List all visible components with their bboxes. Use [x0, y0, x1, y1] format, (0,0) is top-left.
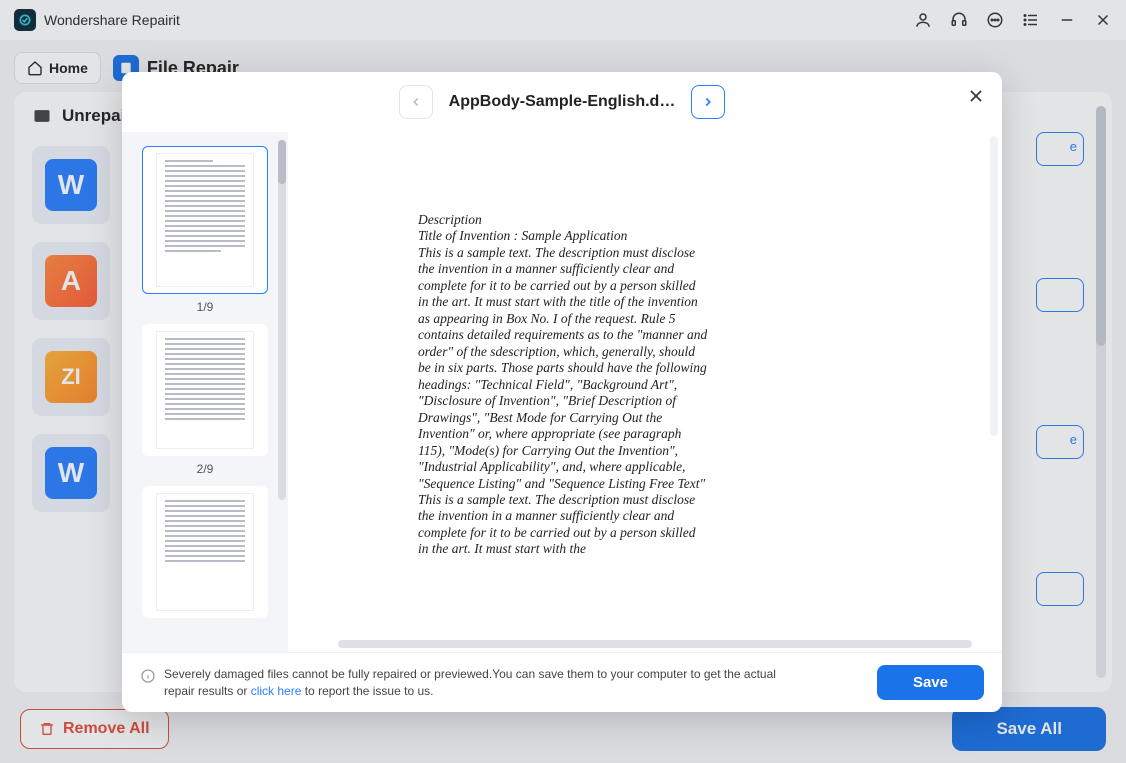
- modal-filename: AppBody-Sample-English.d…: [449, 93, 676, 111]
- page-thumbnail[interactable]: [142, 146, 268, 294]
- preview-column: Description Title of Invention : Sample …: [288, 132, 1002, 652]
- modal-title-wrap: AppBody-Sample-English.d…: [399, 85, 726, 119]
- thumbnail-page-preview: [156, 331, 255, 449]
- modal-footer: Severely damaged files cannot be fully r…: [122, 652, 1002, 712]
- next-file-button[interactable]: [691, 85, 725, 119]
- info-message: Severely damaged files cannot be fully r…: [140, 666, 780, 698]
- preview-horizontal-scrollbar[interactable]: [338, 640, 972, 648]
- thumbnail-label: 2/9: [132, 462, 278, 476]
- modal-body: 1/9 2/9 Description Title of Invention :…: [122, 132, 1002, 652]
- chevron-left-icon: [409, 95, 423, 109]
- preview-title: Title of Invention : Sample Application: [418, 228, 892, 244]
- thumbnail-page-preview: [156, 493, 255, 611]
- preview-heading: Description: [418, 212, 892, 228]
- preview-page: Description Title of Invention : Sample …: [338, 152, 972, 618]
- scrollbar-thumb[interactable]: [278, 140, 286, 184]
- info-text: Severely damaged files cannot be fully r…: [164, 666, 780, 698]
- thumbnail-page-preview: [156, 153, 255, 287]
- preview-body: This is a sample text. The description m…: [418, 492, 708, 558]
- page-thumbnail[interactable]: [142, 486, 268, 618]
- chevron-right-icon: [701, 95, 715, 109]
- thumbnail-scrollbar[interactable]: [278, 140, 286, 500]
- info-icon: [140, 668, 156, 684]
- page-thumbnail[interactable]: [142, 324, 268, 456]
- preview-modal: AppBody-Sample-English.d… 1/9 2/9: [122, 72, 1002, 712]
- report-link[interactable]: click here: [251, 684, 302, 698]
- preview-vertical-scrollbar[interactable]: [990, 136, 998, 436]
- thumbnail-label: 1/9: [132, 300, 278, 314]
- thumbnail-column: 1/9 2/9: [122, 132, 288, 652]
- modal-header: AppBody-Sample-English.d…: [122, 72, 1002, 132]
- close-icon[interactable]: [966, 86, 986, 106]
- save-button[interactable]: Save: [877, 665, 984, 700]
- preview-body: This is a sample text. The description m…: [418, 245, 708, 492]
- prev-file-button[interactable]: [399, 85, 433, 119]
